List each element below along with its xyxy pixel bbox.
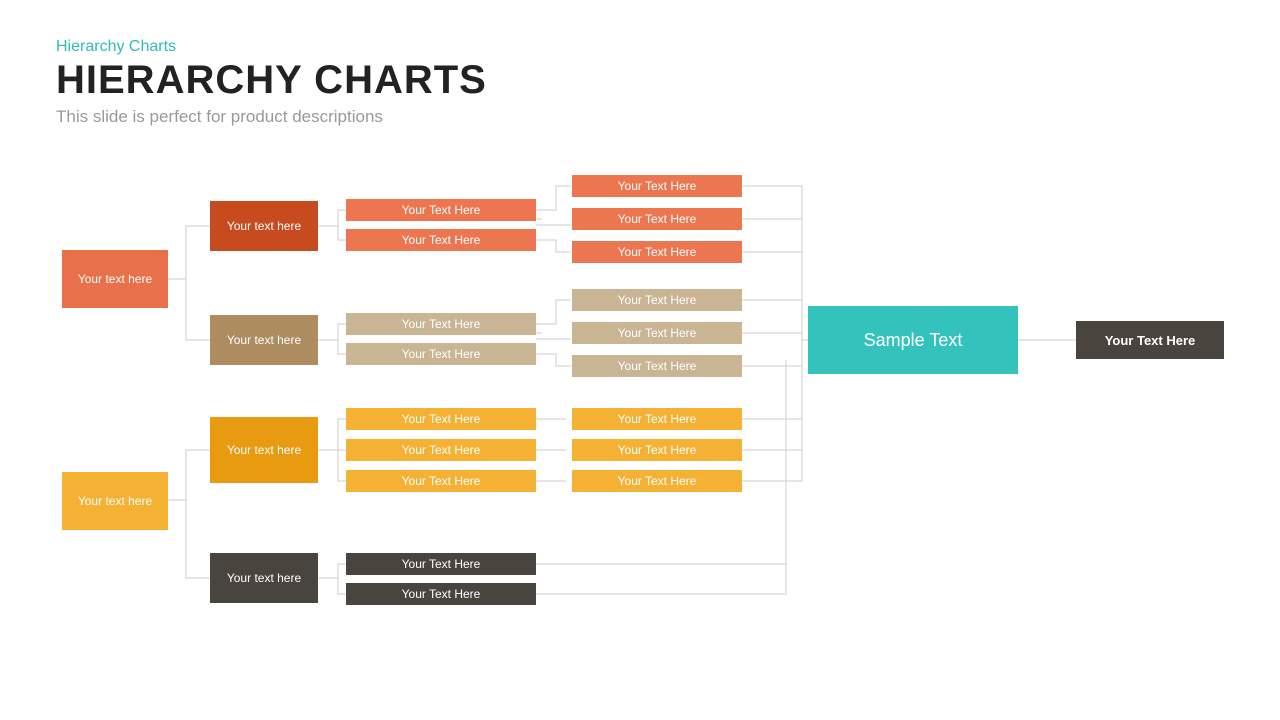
group-1-leaf-0: Your Text Here	[572, 175, 742, 197]
pretitle: Hierarchy Charts	[56, 38, 1280, 56]
group-3-item-1: Your Text Here	[346, 439, 536, 461]
group-2-item-1: Your Text Here	[346, 343, 536, 365]
group-1-item-1: Your Text Here	[346, 229, 536, 251]
group-3-item-0: Your Text Here	[346, 408, 536, 430]
final-box: Your Text Here	[1076, 321, 1224, 359]
group-1-leaf-2: Your Text Here	[572, 241, 742, 263]
group-3-item-2: Your Text Here	[346, 470, 536, 492]
group-3-leaf-0: Your Text Here	[572, 408, 742, 430]
root-1: Your text here	[62, 250, 168, 308]
group-1-item-0: Your Text Here	[346, 199, 536, 221]
subtitle: This slide is perfect for product descri…	[56, 107, 1280, 127]
root-2: Your text here	[62, 472, 168, 530]
group-1-leaf-1: Your Text Here	[572, 208, 742, 230]
group-1-head: Your text here	[210, 201, 318, 251]
group-4-item-1: Your Text Here	[346, 583, 536, 605]
group-2-leaf-2: Your Text Here	[572, 355, 742, 377]
group-3-leaf-1: Your Text Here	[572, 439, 742, 461]
sample-text: Sample Text	[808, 306, 1018, 374]
page-title: HIERARCHY CHARTS	[56, 58, 1280, 103]
group-3-leaf-2: Your Text Here	[572, 470, 742, 492]
group-2-head: Your text here	[210, 315, 318, 365]
group-4-head: Your text here	[210, 553, 318, 603]
group-2-leaf-0: Your Text Here	[572, 289, 742, 311]
group-4-item-0: Your Text Here	[346, 553, 536, 575]
group-3-head: Your text here	[210, 417, 318, 483]
diagram-area: Your text here Your text here Your text …	[0, 170, 1280, 710]
group-2-leaf-1: Your Text Here	[572, 322, 742, 344]
group-2-item-0: Your Text Here	[346, 313, 536, 335]
